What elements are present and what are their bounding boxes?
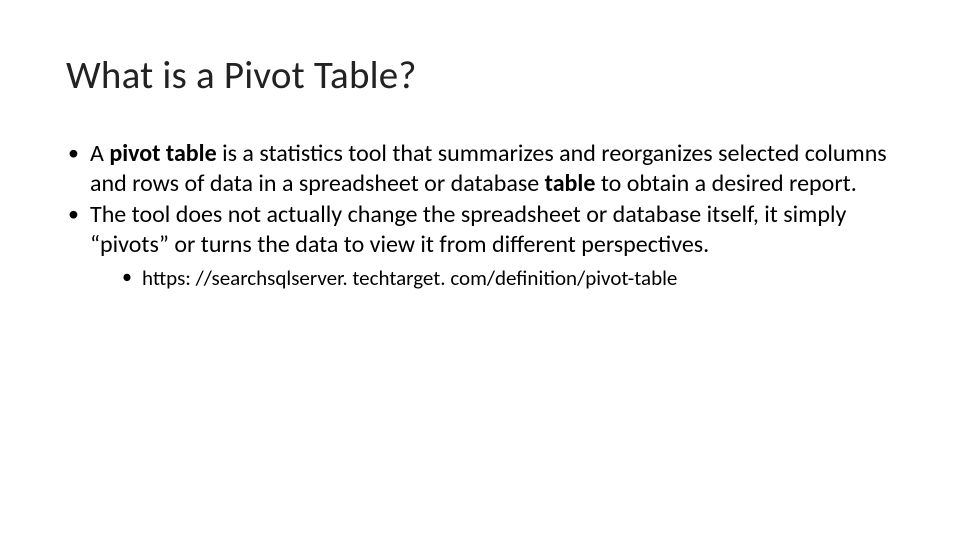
bullet-1: A pivot table is a statistics tool that …: [66, 139, 894, 198]
bullet-1-bold-1: pivot table: [109, 139, 216, 168]
body-list: A pivot table is a statistics tool that …: [66, 139, 894, 291]
slide: What is a Pivot Table? A pivot table is …: [0, 0, 960, 540]
bullet-1-bold-2: table: [545, 169, 596, 198]
sub-list: https: //searchsqlserver. techtarget. co…: [90, 265, 894, 291]
bullet-1-text-pre: A: [90, 139, 109, 168]
sub-bullet-1: https: //searchsqlserver. techtarget. co…: [120, 265, 894, 291]
sub-bullet-1-text: https: //searchsqlserver. techtarget. co…: [142, 265, 677, 291]
bullet-2: The tool does not actually change the sp…: [66, 200, 894, 291]
slide-title: What is a Pivot Table?: [66, 52, 894, 99]
bullet-1-text-post: to obtain a desired report.: [595, 169, 856, 198]
bullet-2-text: The tool does not actually change the sp…: [90, 200, 846, 259]
